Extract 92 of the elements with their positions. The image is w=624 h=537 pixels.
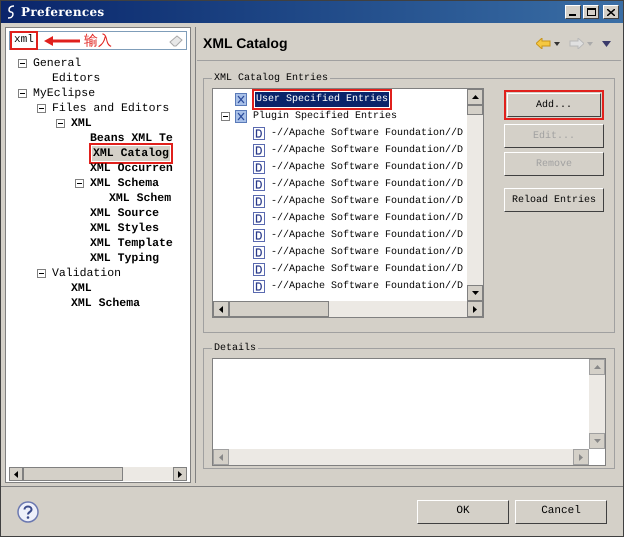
catalog-entry[interactable]: -//Apache Software Foundation//D [270,194,464,209]
view-menu-icon[interactable] [602,40,611,46]
triangle-arrow-icon [594,439,600,443]
scroll-left-button[interactable] [213,301,229,317]
triangle-arrow-icon [219,306,223,312]
document-icon [253,195,265,208]
close-button[interactable] [603,5,619,19]
group-title: Details [213,342,258,356]
tree-item[interactable]: Editors [51,71,102,86]
help-icon[interactable] [17,500,39,522]
tree-item[interactable]: XML Schema [70,296,142,311]
tree-item[interactable]: XML Schem [108,191,172,206]
triangle-arrow-icon [472,95,478,99]
window-title: Preferences [21,4,104,21]
catalog-icon [235,93,247,106]
catalog-entry[interactable]: -//Apache Software Foundation//D [270,177,464,192]
scroll-right-button[interactable] [173,467,187,481]
horizontal-scrollbar[interactable] [213,301,483,317]
tree-item[interactable]: XML Catalog [92,146,170,161]
cancel-button[interactable]: Cancel [515,500,607,524]
tree-item[interactable]: XML Schema [89,176,160,191]
tree-item[interactable]: XML Occurren [89,161,174,176]
scroll-down-button[interactable] [467,285,483,301]
tree-item[interactable]: XML Template [89,236,174,251]
document-icon [253,263,265,276]
scroll-right-button[interactable] [467,301,483,317]
catalog-entry[interactable]: -//Apache Software Foundation//D [270,279,464,294]
catalog-entry[interactable]: -//Apache Software Foundation//D [270,160,464,175]
triangle-arrow-icon [473,306,477,312]
catalog-entry[interactable]: -//Apache Software Foundation//D [270,143,464,158]
close-icon [607,8,615,16]
collapse-icon[interactable] [18,59,27,68]
document-icon [253,212,265,225]
app-icon [5,5,17,19]
catalog-entry[interactable]: -//Apache Software Foundation//D [270,228,464,243]
triangle-arrow-icon [219,454,223,460]
ok-button[interactable]: OK [417,500,509,524]
catalog-entry[interactable]: -//Apache Software Foundation//D [270,245,464,260]
document-icon [253,229,265,242]
group-title: XML Catalog Entries [213,72,330,86]
push-button[interactable]: Reload Entries [504,188,604,212]
horizontal-scrollbar[interactable] [9,467,187,481]
collapse-icon[interactable] [221,112,230,121]
document-icon [253,280,265,293]
tree-item[interactable]: Beans XML Te [89,131,174,146]
triangle-arrow-icon [594,365,600,369]
push-button[interactable]: Add... [507,93,601,117]
document-icon [253,161,265,174]
annotation-arrow [44,36,80,46]
collapse-icon[interactable] [37,269,46,278]
minimize-button[interactable] [565,5,581,19]
triangle-arrow-icon [178,470,182,478]
catalog-entry[interactable]: -//Apache Software Foundation//D [270,126,464,141]
collapse-icon[interactable] [56,119,65,128]
scrollbar-thumb[interactable] [23,467,123,481]
tree-item[interactable]: MyEclipse [32,86,96,101]
triangle-arrow-icon [14,470,18,478]
tree-item[interactable]: XML Typing [89,251,160,266]
tree-item[interactable]: XML Source [89,206,160,221]
catalog-entry[interactable]: User Specified Entries [255,92,390,107]
catalog-icon [235,110,247,123]
details-text-area[interactable] [212,358,606,466]
document-icon [253,144,265,157]
collapse-icon[interactable] [75,179,84,188]
search-bar[interactable]: xml 输入 [9,31,187,50]
vertical-scrollbar[interactable] [467,89,483,301]
catalog-entry[interactable]: -//Apache Software Foundation//D [270,262,464,277]
triangle-arrow-icon [579,454,583,460]
tree-item[interactable]: XML [70,116,93,131]
collapse-icon[interactable] [37,104,46,113]
collapse-icon[interactable] [18,89,27,98]
tree-item[interactable]: XML [70,281,93,296]
document-icon [253,246,265,259]
scrollbar-thumb[interactable] [467,105,483,115]
dropdown-caret-icon[interactable] [554,42,560,46]
tree-item[interactable]: General [32,56,82,71]
maximize-icon [586,8,596,16]
minimize-icon [569,14,577,16]
scroll-left-button[interactable] [9,467,23,481]
scrollbar-thumb[interactable] [229,301,329,317]
catalog-entry[interactable]: -//Apache Software Foundation//D [270,211,464,226]
tree-item[interactable]: XML Styles [89,221,160,236]
page-title: XML Catalog [203,34,288,53]
tree-item[interactable]: Files and Editors [51,101,170,116]
scroll-up-button[interactable] [467,89,483,105]
tree-item[interactable]: Validation [51,266,122,281]
maximize-button[interactable] [583,5,599,19]
document-icon [253,127,265,140]
annotation-label: 输入 [84,32,112,48]
catalog-entry[interactable]: Plugin Specified Entries [252,109,398,124]
triangle-arrow-icon [472,291,478,295]
document-icon [253,178,265,191]
